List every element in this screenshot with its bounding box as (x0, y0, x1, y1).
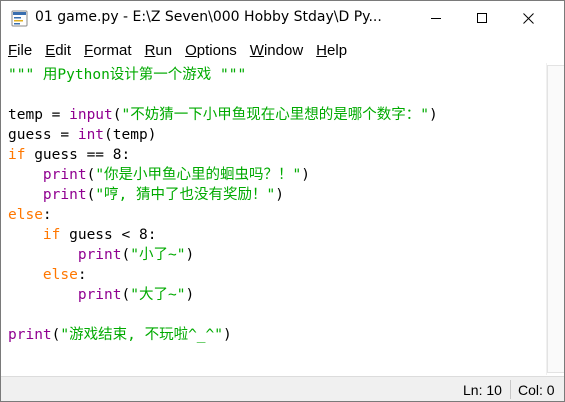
menu-file-accel: F (8, 41, 18, 59)
builtin-token: print (8, 327, 52, 343)
code-line[interactable]: print("大了~") (8, 285, 438, 305)
menu-window-label: indow (263, 41, 304, 59)
menu-file[interactable]: File (8, 42, 32, 59)
code-line[interactable]: print("哼, 猜中了也没有奖励！") (8, 185, 438, 205)
menu-file-label: ile (17, 41, 33, 59)
keyword-token: if (42, 227, 61, 243)
code-token: ( (86, 167, 96, 183)
code-line[interactable]: if guess < 8: (8, 225, 438, 245)
builtin-token: print (77, 287, 122, 303)
menu-format-accel: F (84, 41, 94, 59)
menu-format[interactable]: Format (84, 42, 132, 59)
keyword-token: else (42, 267, 78, 283)
menu-help-accel: H (316, 41, 328, 59)
code-token: ) (428, 107, 438, 123)
menu-help[interactable]: Help (316, 42, 347, 59)
string-token: "游戏结束, 不玩啦^_^" (60, 327, 223, 343)
menu-edit[interactable]: Edit (45, 42, 71, 59)
menu-edit-label: dit (55, 41, 72, 59)
code-token: temp = (8, 107, 70, 123)
code-token: ( (121, 247, 131, 263)
code-token: : (77, 267, 87, 283)
close-icon (522, 9, 534, 28)
vertical-scrollbar[interactable] (546, 63, 564, 375)
code-line[interactable] (8, 305, 438, 325)
string-token: """ 用Python设计第一个游戏 """ (8, 67, 247, 83)
code-token: : (42, 207, 52, 223)
maximize-icon (476, 9, 488, 28)
status-divider (510, 380, 511, 399)
code-line[interactable]: else: (8, 205, 438, 225)
code-text[interactable]: """ 用Python设计第一个游戏 """ temp = input("不妨猜… (8, 65, 438, 345)
close-button[interactable] (505, 1, 551, 36)
code-token: ( (86, 187, 96, 203)
code-token: ) (185, 287, 195, 303)
code-line[interactable]: if guess == 8: (8, 145, 438, 165)
code-token: guess == 8: (25, 147, 131, 163)
menu-format-label: ormat (93, 41, 132, 59)
menu-window-accel: W (249, 41, 264, 59)
code-token: guess = (8, 127, 78, 143)
menu-run[interactable]: Run (145, 42, 173, 59)
title-bar[interactable]: 01 game.py - E:\Z Seven\000 Hobby Stday\… (1, 1, 564, 36)
code-token: ) (223, 327, 232, 343)
code-token: guess < 8: (60, 227, 157, 243)
keyword-token: if (8, 147, 26, 163)
menu-options[interactable]: Options (185, 42, 237, 59)
string-token: "哼, 猜中了也没有奖励！" (95, 187, 276, 203)
builtin-token: print (42, 187, 87, 203)
builtin-token: print (42, 167, 87, 183)
menu-bar: File Edit Format Run Options Window Help (1, 39, 564, 61)
keyword-token: else (8, 207, 43, 223)
code-line[interactable]: print("小了~") (8, 245, 438, 265)
code-line[interactable]: print("你是小甲鱼心里的蛔虫吗？！") (8, 165, 438, 185)
cursor-line: Ln: 10 (463, 382, 502, 398)
code-token: ) (275, 187, 284, 203)
string-token: "你是小甲鱼心里的蛔虫吗？！" (95, 167, 302, 183)
status-bar: Ln: 10 Col: 0 (1, 376, 564, 401)
string-token: "小了~" (130, 247, 186, 263)
window-title: 01 game.py - E:\Z Seven\000 Hobby Stday\… (35, 9, 382, 25)
cursor-column: Col: 0 (518, 382, 555, 398)
code-line[interactable] (8, 85, 438, 105)
code-token: ( (112, 107, 122, 123)
code-editor[interactable]: """ 用Python设计第一个游戏 """ temp = input("不妨猜… (1, 63, 546, 375)
code-token: ( (121, 287, 131, 303)
menu-help-label: elp (327, 41, 348, 59)
builtin-token: int (77, 127, 105, 143)
string-token: "大了~" (130, 287, 186, 303)
code-token: (temp) (104, 127, 157, 143)
code-line[interactable]: """ 用Python设计第一个游戏 """ (8, 65, 438, 85)
minimize-icon (430, 9, 442, 28)
python-idle-icon (11, 10, 28, 27)
menu-edit-accel: E (45, 41, 56, 59)
code-token: ) (185, 247, 195, 263)
maximize-button[interactable] (459, 1, 505, 36)
code-line[interactable]: else: (8, 265, 438, 285)
menu-options-accel: O (185, 41, 197, 59)
menu-run-accel: R (144, 41, 156, 59)
code-line[interactable]: guess = int(temp) (8, 125, 438, 145)
builtin-token: print (77, 247, 122, 263)
code-line[interactable]: print("游戏结束, 不玩啦^_^") (8, 325, 438, 345)
code-token: ) (301, 167, 311, 183)
minimize-button[interactable] (413, 1, 459, 36)
code-line[interactable]: temp = input("不妨猜一下小甲鱼现在心里想的是哪个数字：") (8, 105, 438, 125)
menu-window[interactable]: Window (250, 42, 303, 59)
menu-run-label: un (155, 41, 173, 59)
builtin-token: input (69, 107, 113, 123)
menu-options-label: ptions (196, 41, 237, 59)
scrollbar-track[interactable] (547, 65, 564, 373)
string-token: "不妨猜一下小甲鱼现在心里想的是哪个数字：" (121, 107, 429, 123)
idle-editor-window: 01 game.py - E:\Z Seven\000 Hobby Stday\… (0, 0, 565, 402)
